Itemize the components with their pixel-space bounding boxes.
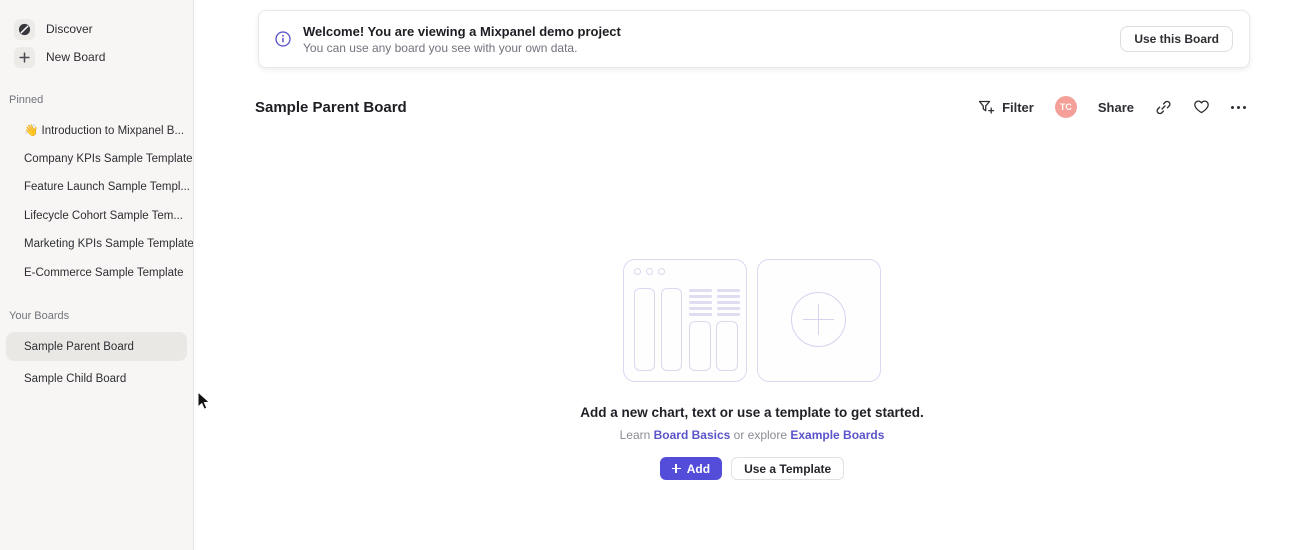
demo-banner: Welcome! You are viewing a Mixpanel demo… (258, 10, 1250, 68)
sidebar-item-intro-mixpanel[interactable]: 👋 Introduction to Mixpanel B... (0, 116, 193, 145)
board-header: Sample Parent Board Filter TC Share (255, 94, 1246, 120)
discover-label: Discover (46, 22, 93, 36)
sidebar-item-marketing-kpis[interactable]: Marketing KPIs Sample Template (0, 230, 193, 259)
sidebar-item-sample-parent-board[interactable]: Sample Parent Board (6, 332, 187, 361)
use-this-board-button[interactable]: Use this Board (1120, 26, 1233, 52)
board-basics-link[interactable]: Board Basics (654, 428, 731, 442)
dashboard-skeleton-card (623, 259, 747, 382)
add-plus-icon (672, 464, 681, 473)
empty-state: Add a new chart, text or use a template … (194, 259, 1310, 480)
sidebar-item-lifecycle-cohort[interactable]: Lifecycle Cohort Sample Tem... (0, 202, 193, 231)
empty-state-headline: Add a new chart, text or use a template … (580, 405, 924, 420)
banner-title: Welcome! You are viewing a Mixpanel demo… (303, 23, 621, 40)
add-chart-placeholder-card[interactable] (757, 259, 881, 382)
sidebar-item-company-kpis[interactable]: Company KPIs Sample Template (0, 145, 193, 174)
or-explore-text: or explore (730, 428, 790, 442)
empty-state-illustration (623, 259, 881, 382)
copy-link-icon[interactable] (1155, 99, 1172, 116)
board-toolbar: Filter TC Share (978, 96, 1246, 118)
plus-icon (14, 47, 35, 68)
banner-text: Welcome! You are viewing a Mixpanel demo… (303, 23, 621, 56)
more-options-icon[interactable] (1231, 102, 1246, 113)
empty-state-links: Learn Board Basics or explore Example Bo… (620, 428, 885, 442)
add-button[interactable]: Add (660, 457, 722, 480)
example-boards-link[interactable]: Example Boards (790, 428, 884, 442)
favorite-heart-icon[interactable] (1193, 99, 1210, 115)
pinned-section-label: Pinned (0, 94, 193, 106)
banner-subtitle: You can use any board you see with your … (303, 40, 621, 56)
window-dots-icon (634, 268, 665, 275)
filter-button[interactable]: Filter (978, 100, 1034, 115)
sidebar-item-ecommerce[interactable]: E-Commerce Sample Template (0, 259, 193, 288)
share-button[interactable]: Share (1098, 100, 1134, 115)
filter-funnel-icon (978, 100, 995, 115)
plus-circle-icon (791, 292, 846, 347)
discover-icon (14, 19, 35, 40)
add-button-label: Add (687, 462, 710, 476)
info-icon (275, 31, 291, 47)
your-boards-section-label: Your Boards (0, 310, 193, 322)
sidebar-item-feature-launch[interactable]: Feature Launch Sample Templ... (0, 173, 193, 202)
avatar[interactable]: TC (1055, 96, 1077, 118)
new-board-label: New Board (46, 50, 105, 64)
sidebar: Discover New Board Pinned 👋 Introduction… (0, 0, 194, 550)
sidebar-item-new-board[interactable]: New Board (0, 43, 193, 71)
page-title: Sample Parent Board (255, 99, 407, 116)
sidebar-item-discover[interactable]: Discover (0, 15, 193, 43)
filter-label: Filter (1002, 100, 1034, 115)
empty-state-buttons: Add Use a Template (660, 457, 844, 480)
learn-prefix-text: Learn (620, 428, 654, 442)
sidebar-item-sample-child-board[interactable]: Sample Child Board (6, 364, 187, 393)
use-a-template-button[interactable]: Use a Template (731, 457, 844, 480)
